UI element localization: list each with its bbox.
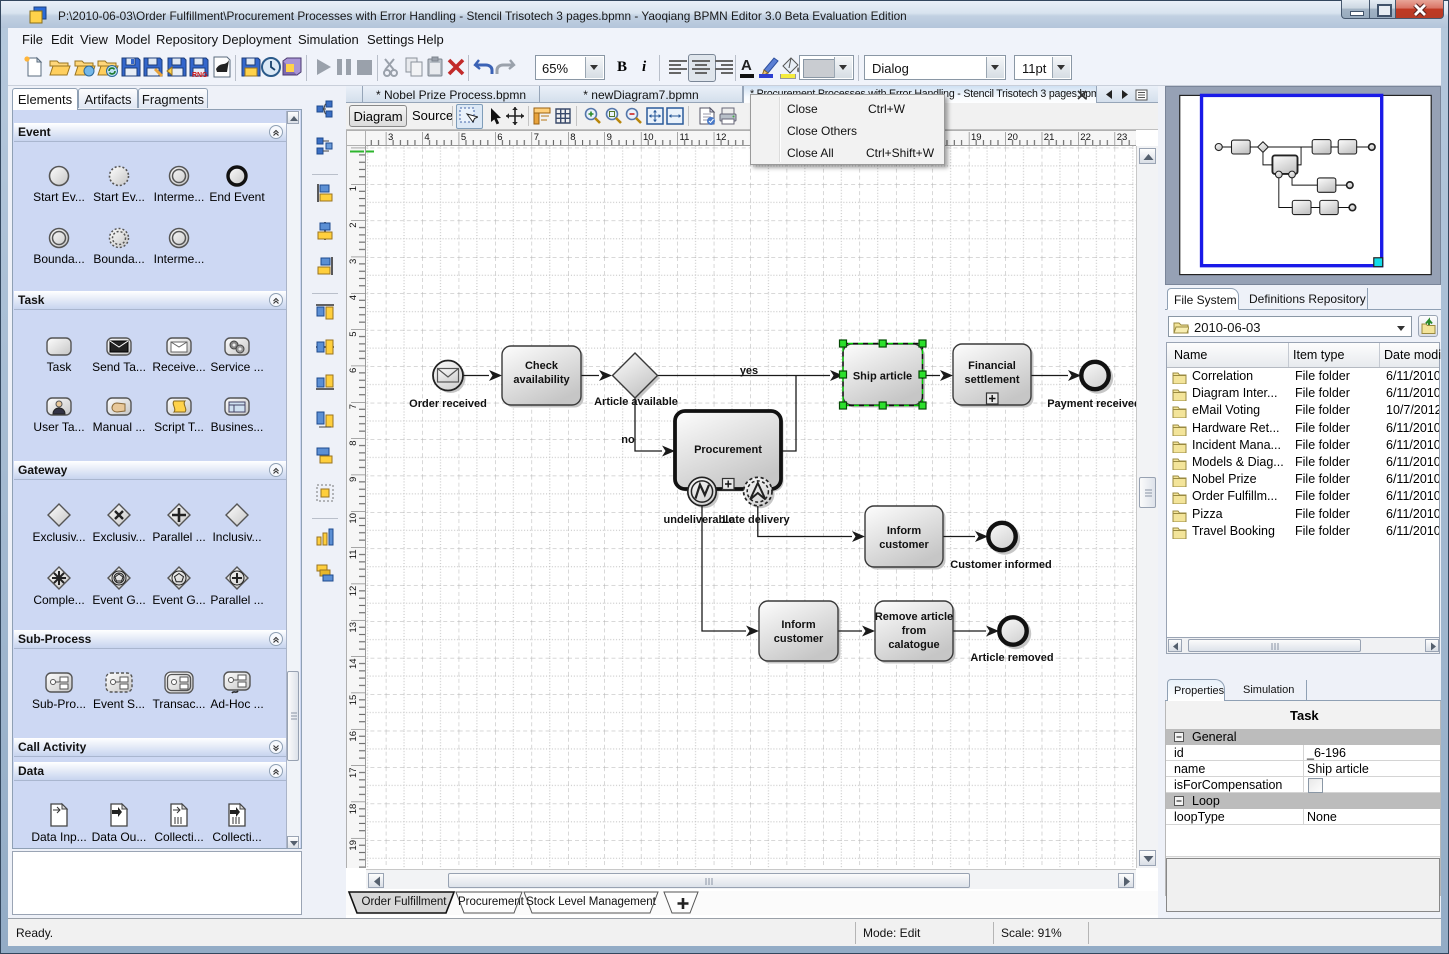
svg-text:12: 12 — [348, 586, 359, 597]
svg-text:Inform: Inform — [781, 619, 815, 631]
svg-text:Check: Check — [525, 360, 559, 372]
svg-text:10: 10 — [348, 513, 359, 524]
svg-text:Article available: Article available — [594, 396, 678, 408]
svg-text:6: 6 — [497, 132, 502, 143]
svg-text:15: 15 — [348, 695, 359, 706]
svg-text:13: 13 — [348, 622, 359, 633]
svg-text:4: 4 — [424, 132, 429, 143]
svg-text:Inform: Inform — [887, 525, 921, 537]
svg-text:calatogue: calatogue — [888, 639, 939, 651]
svg-text:Remove article: Remove article — [875, 611, 953, 623]
svg-text:1: 1 — [348, 186, 359, 191]
svg-text:19: 19 — [348, 840, 359, 851]
svg-text:12: 12 — [716, 132, 727, 143]
svg-text:20: 20 — [1007, 132, 1018, 143]
svg-text:Financial: Financial — [968, 360, 1016, 372]
svg-text:Article removed: Article removed — [970, 652, 1053, 664]
svg-text:9: 9 — [348, 477, 359, 482]
svg-text:22: 22 — [1080, 132, 1091, 143]
svg-text:11: 11 — [348, 549, 359, 559]
svg-text:7: 7 — [348, 404, 359, 409]
svg-text:5: 5 — [461, 132, 466, 143]
svg-text:8: 8 — [570, 132, 575, 143]
svg-text:Late delivery: Late delivery — [722, 514, 790, 526]
svg-text:Payment received: Payment received — [1047, 398, 1136, 410]
svg-text:5: 5 — [348, 331, 359, 336]
svg-text:17: 17 — [348, 767, 359, 778]
svg-text:4: 4 — [348, 295, 359, 300]
svg-text:21: 21 — [1044, 132, 1055, 143]
svg-text:settlement: settlement — [964, 374, 1019, 386]
svg-text:3: 3 — [388, 132, 393, 143]
svg-text:10: 10 — [643, 132, 654, 143]
svg-text:Customer informed: Customer informed — [950, 559, 1051, 571]
svg-text:9: 9 — [607, 132, 612, 143]
svg-text:customer: customer — [774, 633, 824, 645]
svg-text:customer: customer — [879, 539, 929, 551]
svg-text:3: 3 — [348, 259, 359, 264]
svg-text:Procurement: Procurement — [694, 444, 762, 456]
svg-text:7: 7 — [534, 132, 539, 143]
svg-text:19: 19 — [971, 132, 982, 143]
svg-text:Ship article: Ship article — [853, 371, 912, 383]
svg-text:yes: yes — [740, 365, 758, 377]
svg-text:16: 16 — [348, 731, 359, 742]
svg-text:availability: availability — [513, 374, 570, 386]
svg-text:18: 18 — [348, 804, 359, 815]
svg-text:Order received: Order received — [409, 398, 487, 410]
svg-text:23: 23 — [1117, 132, 1128, 143]
svg-text:11: 11 — [680, 132, 690, 143]
svg-text:no: no — [621, 434, 635, 446]
svg-text:2: 2 — [348, 222, 359, 227]
svg-text:14: 14 — [348, 658, 359, 669]
svg-text:RNG: RNG — [192, 72, 208, 79]
svg-text:8: 8 — [348, 440, 359, 445]
svg-text:from: from — [902, 625, 927, 637]
svg-text:6: 6 — [348, 368, 359, 373]
